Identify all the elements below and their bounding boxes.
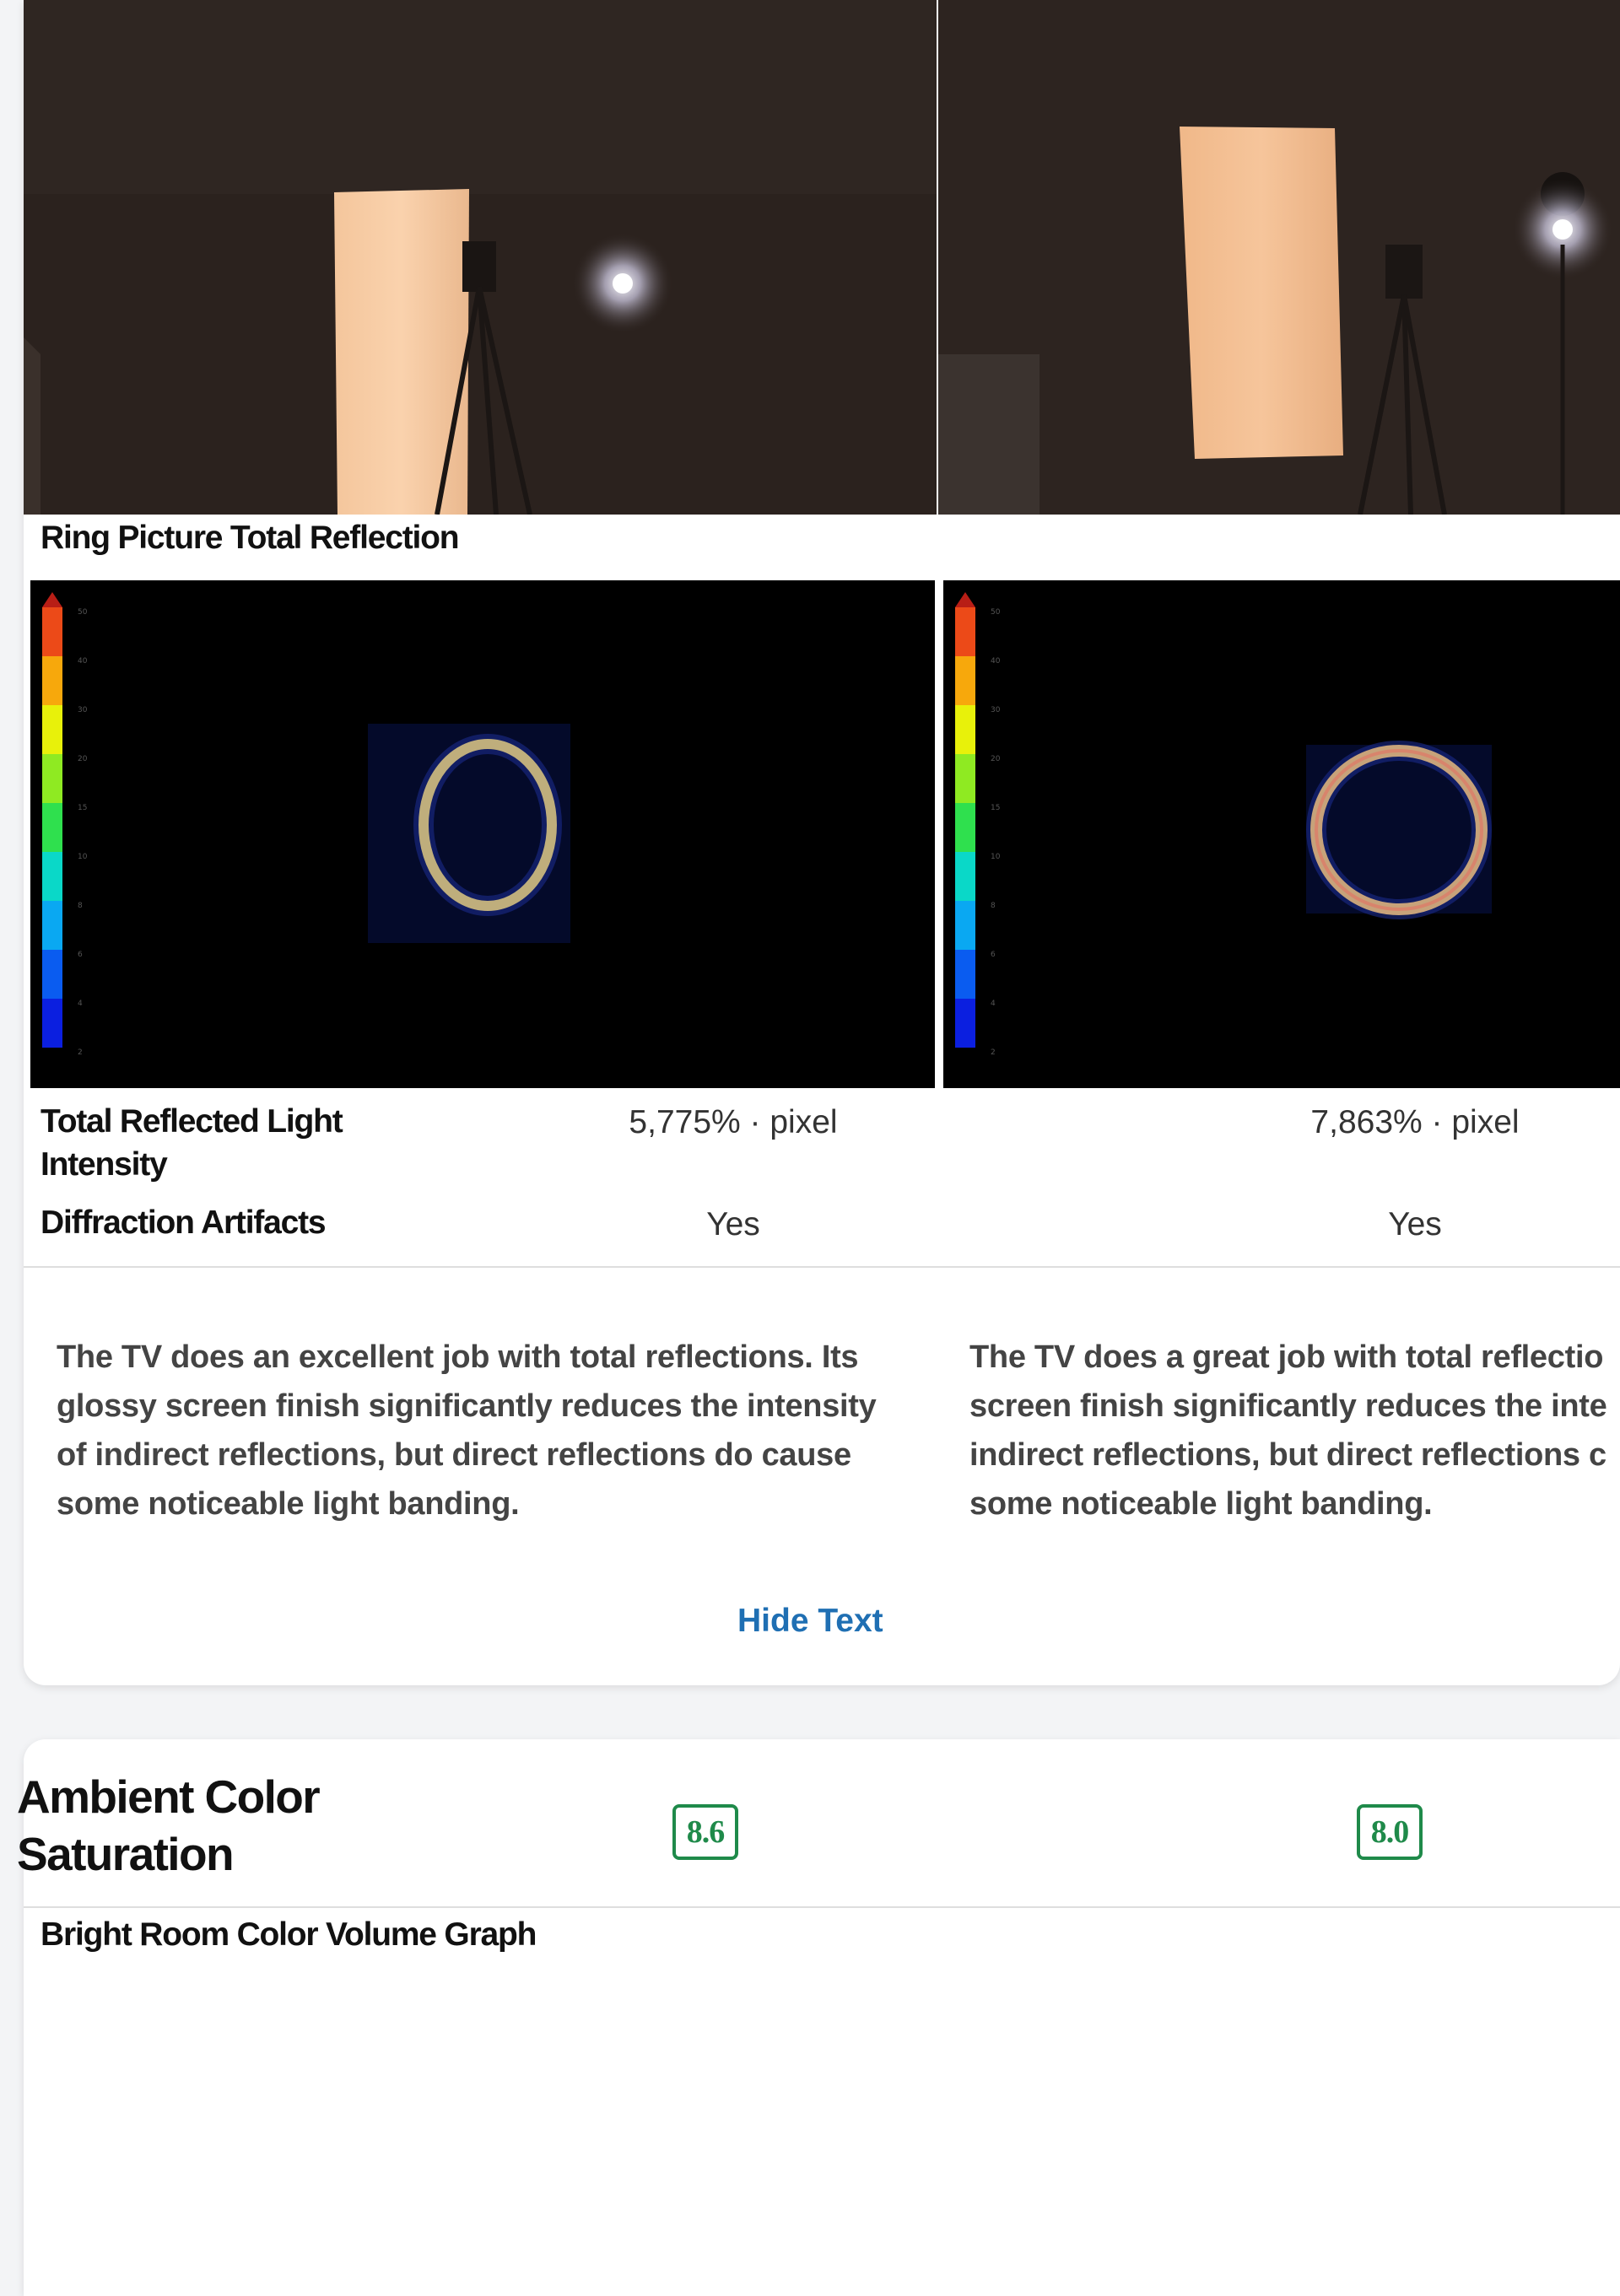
heatmap-scale-tick: 20 [991, 755, 1001, 763]
reflection-photo-left [24, 0, 937, 515]
total-reflected-light-label: Total Reflected Light Intensity [40, 1103, 343, 1183]
total-reflected-light-left-value: 5,775% · pixel [629, 1104, 838, 1140]
heatmap-scale-tick: 40 [991, 657, 1001, 666]
diffraction-artifacts-left-value: Yes [706, 1206, 760, 1242]
heatmap-scale-left: 50 40 30 20 15 10 8 6 4 2 [42, 592, 88, 1057]
heatmap-scale-tick: 15 [78, 804, 87, 812]
ambient-color-saturation-title: Ambient Color Saturation [17, 1771, 321, 1880]
diffraction-artifacts-label: Diffraction Artifacts [40, 1205, 327, 1241]
color-volume-graph-label: Bright Room Color Volume Graph [40, 1916, 537, 1953]
heatmap-scale-tick: 50 [78, 608, 88, 617]
heatmap-scale-tick: 30 [991, 706, 1001, 714]
total-reflected-light-right-value: 7,863% · pixel [1310, 1104, 1520, 1140]
ring-heatmap-right: 50 40 30 20 15 10 8 6 4 2 [943, 580, 1620, 1088]
divider [24, 1266, 1620, 1268]
heatmap-scale-tick: 30 [78, 706, 88, 714]
heatmap-scale-tick: 4 [991, 1000, 996, 1008]
hide-text-link[interactable]: Hide Text [737, 1603, 883, 1640]
heatmap-scale-tick: 6 [78, 951, 83, 959]
heatmap-scale-tick: 10 [991, 853, 1001, 861]
heatmap-scale-tick: 2 [991, 1048, 996, 1057]
description-left: The TV does an excellent job with total … [57, 1339, 877, 1522]
divider [24, 1906, 1620, 1908]
heatmap-scale-tick: 4 [78, 1000, 83, 1008]
diffraction-artifacts-right-value: Yes [1388, 1206, 1442, 1242]
heatmap-scale-right: 50 40 30 20 15 10 8 6 4 2 [955, 592, 1001, 1057]
heatmap-scale-tick: 50 [991, 608, 1001, 617]
heatmap-scale-tick: 10 [78, 853, 88, 861]
heatmap-scale-tick: 15 [991, 804, 1000, 812]
ring-heatmap-left: 50 40 30 20 15 10 8 6 4 2 [30, 580, 935, 1088]
description-right: The TV does a great job with total refle… [969, 1339, 1607, 1522]
heatmap-scale-tick: 8 [78, 902, 83, 910]
heatmap-scale-tick: 40 [78, 657, 88, 666]
heatmap-scale-tick: 20 [78, 755, 88, 763]
heatmap-scale-tick: 2 [78, 1048, 83, 1057]
reflections-card: Ring Picture Total Reflection 50 40 30 20 15… [24, 0, 1620, 1685]
heatmap-scale-tick: 8 [991, 902, 996, 910]
score-badge-right: 8.0 [1357, 1804, 1423, 1860]
ring-picture-label: Ring Picture Total Reflection [40, 520, 460, 556]
reflection-photo-right [938, 0, 1620, 515]
score-badge-left: 8.6 [672, 1804, 738, 1860]
heatmap-scale-tick: 6 [991, 951, 996, 959]
